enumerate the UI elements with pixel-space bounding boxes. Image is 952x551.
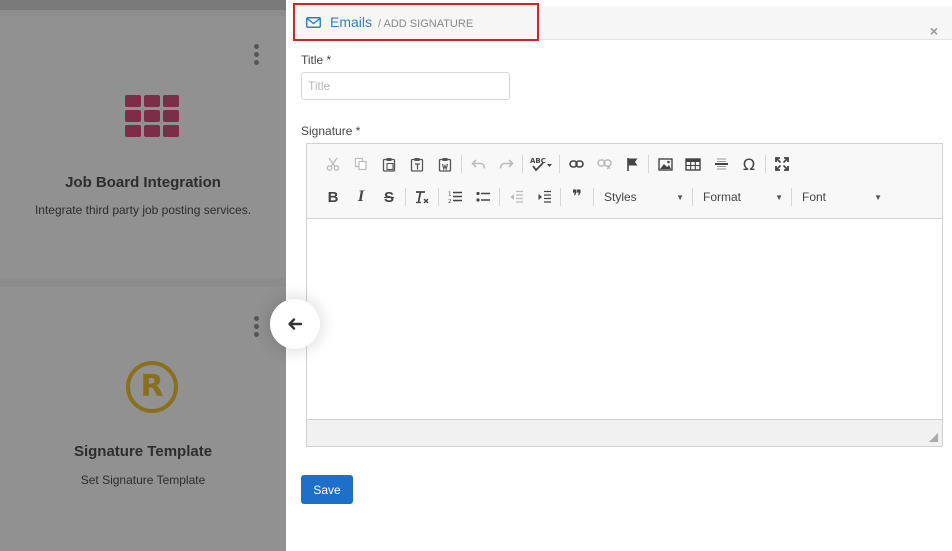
signature-template-card[interactable]: R Signature Template Set Signature Templ… [0, 287, 286, 551]
svg-text:1: 1 [448, 192, 452, 198]
link-icon[interactable] [562, 152, 590, 176]
toolbar-separator [765, 155, 766, 173]
toolbar-row-1: ABC Ω [319, 152, 796, 176]
copy-icon[interactable] [347, 152, 375, 176]
save-button[interactable]: Save [301, 475, 353, 504]
indent-icon[interactable] [530, 185, 558, 209]
paste-text-icon[interactable] [403, 152, 431, 176]
toolbar-separator [692, 188, 693, 206]
signature-label: Signature * [301, 124, 361, 138]
maximize-icon[interactable] [768, 152, 796, 176]
toolbar-separator [791, 188, 792, 206]
toolbar-separator [560, 188, 561, 206]
card-description: Set Signature Template [80, 473, 206, 487]
add-signature-panel: × Emails / ADD SIGNATURE Title * Signatu… [286, 0, 952, 551]
svg-text:ABC: ABC [530, 157, 546, 165]
back-button[interactable] [270, 299, 320, 349]
table-icon[interactable] [679, 152, 707, 176]
toolbar-separator [593, 188, 594, 206]
special-character-icon[interactable]: Ω [735, 152, 763, 176]
arrow-left-icon [288, 318, 303, 330]
close-icon[interactable]: × [930, 23, 938, 39]
format-dropdown[interactable]: Format ▼ [695, 185, 789, 209]
bulleted-list-icon[interactable] [469, 185, 497, 209]
strike-button[interactable]: S [375, 185, 403, 209]
breadcrumb-emails-link[interactable]: Emails [330, 14, 372, 30]
toolbar-separator [648, 155, 649, 173]
svg-text:2: 2 [448, 199, 452, 204]
outdent-icon[interactable] [502, 185, 530, 209]
remove-format-icon[interactable] [408, 185, 436, 209]
font-dropdown[interactable]: Font ▼ [794, 185, 888, 209]
signature-content-area[interactable] [307, 219, 942, 419]
toolbar-separator [499, 188, 500, 206]
spellcheck-icon[interactable]: ABC [525, 152, 557, 176]
registered-icon: R [126, 361, 178, 413]
toolbar-separator [405, 188, 406, 206]
editor-status-bar [307, 419, 942, 446]
cut-icon[interactable] [319, 152, 347, 176]
paste-word-icon[interactable] [431, 152, 459, 176]
envelope-icon [306, 17, 321, 28]
signature-editor: ABC Ω B I S 1 2 ❞ Styles ▼ Format ▼ Font… [306, 143, 943, 447]
grid-icon [125, 95, 179, 137]
title-label: Title * [301, 53, 332, 67]
toolbar-separator [522, 155, 523, 173]
card-description: Integrate third party job posting servic… [34, 203, 252, 217]
italic-button[interactable]: I [347, 185, 375, 209]
background-page: Job Board Integration Integrate third pa… [0, 0, 286, 551]
toolbar-separator [559, 155, 560, 173]
numbered-list-icon[interactable]: 12 [441, 185, 469, 209]
title-input[interactable] [301, 72, 510, 100]
anchor-flag-icon[interactable] [618, 152, 646, 176]
chevron-down-icon: ▼ [874, 192, 882, 202]
styles-dropdown[interactable]: Styles ▼ [596, 185, 690, 209]
card-title: Signature Template [73, 443, 213, 460]
toolbar-row-2: B I S 12 ❞ Styles ▼ Format ▼ Font ▼ [319, 185, 888, 209]
image-icon[interactable] [651, 152, 679, 176]
unlink-icon[interactable] [590, 152, 618, 176]
card-menu-icon[interactable] [254, 316, 260, 340]
editor-toolbar: ABC Ω B I S 1 2 ❞ Styles ▼ Format ▼ Font… [307, 144, 942, 219]
redo-icon[interactable] [492, 152, 520, 176]
card-menu-icon[interactable] [254, 44, 260, 68]
bold-button[interactable]: B [319, 185, 347, 209]
breadcrumb-current: / ADD SIGNATURE [378, 18, 474, 30]
blockquote-icon[interactable]: ❞ [563, 185, 591, 209]
toolbar-separator [438, 188, 439, 206]
breadcrumb: Emails / ADD SIGNATURE [306, 14, 473, 30]
format-dropdown-label: Format [703, 190, 742, 204]
card-title: Job Board Integration [65, 174, 221, 191]
chevron-down-icon: ▼ [775, 192, 783, 202]
job-board-integration-card[interactable]: Job Board Integration Integrate third pa… [0, 16, 286, 278]
horizontal-line-icon[interactable] [707, 152, 735, 176]
styles-dropdown-label: Styles [604, 190, 637, 204]
font-dropdown-label: Font [802, 190, 827, 204]
undo-icon[interactable] [464, 152, 492, 176]
background-topbar [0, 0, 286, 10]
chevron-down-icon: ▼ [676, 192, 684, 202]
paste-icon[interactable] [375, 152, 403, 176]
toolbar-separator [461, 155, 462, 173]
resize-handle-icon[interactable] [929, 433, 938, 442]
